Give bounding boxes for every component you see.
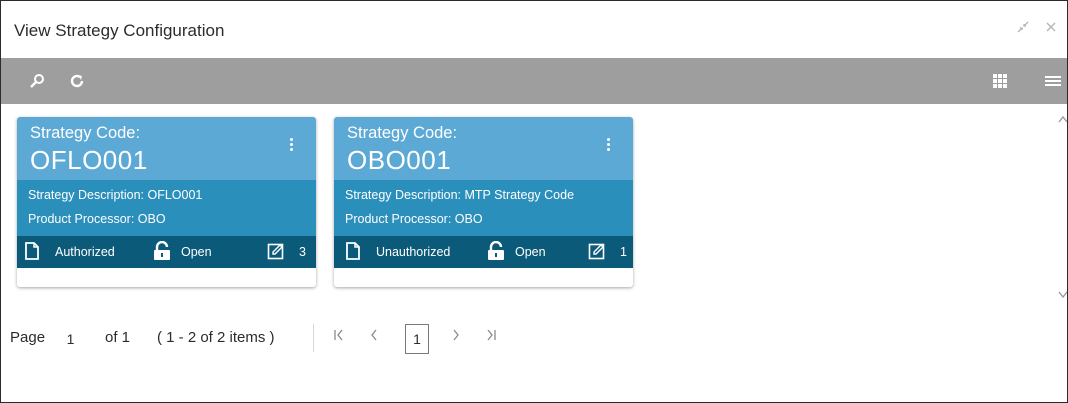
collapse-arrows-icon[interactable] <box>1013 19 1033 39</box>
card-details: Strategy Description: MTP Strategy Code … <box>334 180 633 236</box>
authorization-status: Unauthorized <box>345 236 450 268</box>
record-status-label: Open <box>181 245 212 259</box>
list-view-icon[interactable] <box>1037 58 1068 104</box>
product-processor: Product Processor: OBO <box>28 212 166 226</box>
strategy-card[interactable]: Strategy Code: OBO001 Strategy Descripti… <box>334 117 633 287</box>
document-icon <box>24 241 40 264</box>
current-page-button[interactable]: 1 <box>405 324 429 354</box>
strategy-code-value: OBO001 <box>347 145 452 175</box>
record-status-label: Open <box>515 245 546 259</box>
title-bar: View Strategy Configuration <box>1 1 1067 57</box>
pagination-bar: Page 1 of 1 ( 1 - 2 of 2 items ) 1 <box>1 319 701 359</box>
authorization-status: Authorized <box>24 236 115 268</box>
strategy-description: Strategy Description: MTP Strategy Code <box>345 188 575 202</box>
card-footer: Unauthorized Open 1 <box>334 236 633 268</box>
items-summary: ( 1 - 2 of 2 items ) <box>157 329 275 346</box>
strategy-description: Strategy Description: OFLO001 <box>28 188 203 202</box>
card-details: Strategy Description: OFLO001 Product Pr… <box>17 180 316 236</box>
card-header: Strategy Code: OBO001 <box>334 117 633 180</box>
authorization-status-label: Authorized <box>55 245 115 259</box>
page-label: Page <box>10 329 46 346</box>
pager-divider <box>313 324 314 352</box>
search-icon[interactable] <box>21 58 53 104</box>
prev-page-icon[interactable] <box>365 327 383 346</box>
first-page-icon[interactable] <box>330 327 348 346</box>
refresh-icon[interactable] <box>61 58 93 104</box>
window-title: View Strategy Configuration <box>14 21 225 40</box>
close-icon[interactable] <box>1041 19 1061 39</box>
unlock-icon <box>152 240 172 264</box>
strategy-card[interactable]: Strategy Code: OFLO001 Strategy Descript… <box>17 117 316 287</box>
page-total: of 1 <box>105 329 131 346</box>
card-header: Strategy Code: OFLO001 <box>17 117 316 180</box>
card-grid: Strategy Code: OFLO001 Strategy Descript… <box>1 104 1068 301</box>
more-options-icon[interactable] <box>288 136 294 156</box>
modification-count-value: 3 <box>299 245 306 259</box>
record-status: Open <box>486 236 546 268</box>
record-status: Open <box>152 236 212 268</box>
strategy-code-label: Strategy Code: <box>30 124 141 142</box>
view-strategy-configuration-window: View Strategy Configuration Strategy Cod… <box>0 0 1068 403</box>
next-page-icon[interactable] <box>447 327 465 346</box>
document-icon <box>345 241 361 264</box>
last-page-icon[interactable] <box>482 327 500 346</box>
toolbar <box>1 58 1067 104</box>
authorization-status-label: Unauthorized <box>376 245 451 259</box>
vertical-scrollbar[interactable] <box>1057 114 1068 299</box>
edit-icon <box>267 242 285 263</box>
card-footer: Authorized Open 3 <box>17 236 316 268</box>
product-processor: Product Processor: OBO <box>345 212 483 226</box>
page-number-input[interactable]: 1 <box>54 322 87 356</box>
strategy-code-value: OFLO001 <box>30 145 148 175</box>
edit-icon <box>588 242 606 263</box>
modification-count-value: 1 <box>620 245 627 259</box>
grid-view-icon[interactable] <box>984 58 1016 104</box>
unlock-icon <box>486 240 506 264</box>
modification-count: 1 <box>588 236 627 268</box>
strategy-code-label: Strategy Code: <box>347 124 458 142</box>
more-options-icon[interactable] <box>605 136 611 156</box>
modification-count: 3 <box>267 236 306 268</box>
